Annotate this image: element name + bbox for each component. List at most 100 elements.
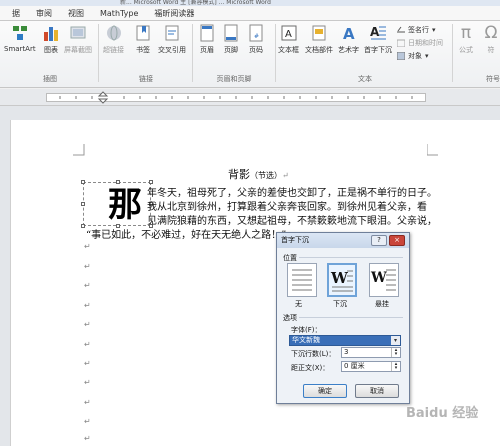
paragraph-mark: ↵ — [84, 262, 91, 271]
signature-line-label: 签名行 — [408, 26, 429, 34]
tab-review[interactable]: 审阅 — [28, 6, 60, 21]
textbox-button[interactable]: A 文本框 — [278, 23, 299, 55]
chart-icon — [44, 27, 58, 41]
spin-icon[interactable]: ▴ ▾ — [391, 362, 400, 371]
dropcap-dialog: 首字下沉 ? × 位置 W W 无 下沉 悬挂 选项 字体(F)： 华文新魏 ▾… — [276, 232, 410, 404]
hyperlink-button[interactable]: 超链接 — [103, 23, 124, 55]
divider — [299, 257, 403, 258]
bookmark-button[interactable]: 书签 — [134, 23, 152, 55]
svg-text:A: A — [343, 25, 355, 43]
footer-button[interactable]: 页脚 — [222, 23, 240, 55]
font-select[interactable]: 华文新魏 ▾ — [289, 335, 401, 346]
paragraph-mark: ↵ — [84, 320, 91, 329]
body-line: 见满院狼藉的东西，又想起祖母，不禁簌簌地流下眼泪。父亲说， — [147, 216, 437, 227]
option-none-label: 无 — [295, 300, 302, 308]
option-none[interactable] — [287, 263, 317, 297]
cross-reference-button[interactable]: 交叉引用 — [158, 23, 186, 55]
quick-parts-button[interactable]: 文档部件 — [305, 23, 333, 55]
dropcap-char: 那 — [108, 185, 142, 225]
ribbon-tabs: 据 审阅 视图 MathType 福昕阅读器 — [0, 6, 500, 21]
bookmark-label: 书签 — [136, 46, 150, 54]
tab-view[interactable]: 视图 — [60, 6, 92, 21]
tab-foxit[interactable]: 福昕阅读器 — [146, 6, 202, 21]
footer-label: 页脚 — [224, 46, 238, 54]
symbol-button[interactable]: Ω 符 — [482, 23, 500, 55]
date-time-button[interactable]: 日期和时间 — [397, 38, 443, 48]
cancel-button[interactable]: 取消 — [355, 384, 399, 398]
illustrations-group-label: 插图 — [43, 75, 57, 83]
smartart-label: SmartArt — [4, 45, 36, 53]
calendar-icon — [397, 39, 405, 47]
paragraph-mark: ↵ — [84, 417, 91, 426]
equation-button[interactable]: π 公式 — [457, 23, 475, 55]
tab-mathtype[interactable]: MathType — [92, 6, 146, 21]
chart-button[interactable]: 图表 — [42, 23, 60, 55]
divider — [299, 317, 403, 318]
dropcap-button[interactable]: A 首字下沉 — [364, 23, 392, 55]
svg-text:A: A — [285, 29, 292, 40]
body-line: 年冬天，祖母死了，父亲的差使也交卸了，正是祸不单行的日子。 — [147, 188, 437, 199]
dropcap-label: 首字下沉 — [364, 46, 392, 54]
paragraph-mark: ↵ — [84, 378, 91, 387]
header-icon — [200, 24, 214, 42]
links-group-label: 链接 — [139, 75, 153, 83]
distance-value: 0 厘米 — [344, 362, 365, 370]
body-line: “事已如此，不必难过，好在天无绝人之路！” — [86, 230, 287, 241]
quick-parts-label: 文档部件 — [305, 46, 333, 54]
ok-button[interactable]: 确定 — [303, 384, 347, 398]
dropcap-dropped-icon: W — [330, 269, 353, 292]
ruler-ticks — [59, 91, 413, 104]
distance-stepper[interactable]: 0 厘米 ▴ ▾ — [341, 361, 401, 372]
horizontal-ruler[interactable] — [0, 89, 500, 106]
date-time-label: 日期和时间 — [408, 39, 443, 47]
wordart-label: 艺术字 — [338, 46, 359, 54]
corner-mark — [73, 144, 85, 156]
watermark-text: Baidu 经验 — [406, 406, 479, 421]
signature-line-button[interactable]: 签名行 ▾ — [397, 25, 436, 35]
dropcap-frame[interactable]: 那 — [81, 180, 153, 228]
tab-references[interactable]: 据 — [4, 6, 28, 21]
cross-reference-icon — [165, 25, 179, 41]
font-label: 字体(F)： — [291, 326, 322, 334]
spin-icon[interactable]: ▴ ▾ — [391, 348, 400, 357]
omega-icon: Ω — [484, 23, 498, 43]
dropcap-icon: A — [370, 25, 386, 40]
signature-icon — [397, 26, 405, 33]
resize-handle[interactable] — [116, 180, 120, 184]
document-title: 背影（节选）↵ — [228, 166, 289, 182]
smartart-button[interactable]: SmartArt — [4, 23, 36, 53]
option-margin[interactable]: W — [369, 263, 399, 297]
paragraph-mark: ↵ — [84, 242, 91, 251]
paragraph-mark: ↵ — [84, 301, 91, 310]
paragraph-mark: ↵ — [84, 434, 91, 443]
help-button[interactable]: ? — [371, 235, 387, 246]
textbox-label: 文本框 — [278, 46, 299, 54]
option-dropped[interactable]: W — [327, 263, 357, 297]
screenshot-label: 屏幕截图 — [64, 46, 92, 54]
object-button[interactable]: 对象 ▾ — [397, 51, 429, 61]
chevron-down-icon: ▾ — [425, 52, 429, 60]
lines-stepper[interactable]: 3 ▴ ▾ — [341, 347, 401, 358]
equation-label: 公式 — [459, 46, 473, 54]
body-line: 我从北京到徐州，打算跟着父亲奔丧回家。到徐州见着父亲，看 — [147, 202, 427, 213]
screenshot-icon — [70, 26, 86, 39]
quick-parts-icon — [312, 25, 326, 41]
svg-text:#: # — [254, 33, 259, 40]
page-number-button[interactable]: # 页码 — [247, 23, 265, 55]
cross-reference-label: 交叉引用 — [158, 46, 186, 54]
position-label: 位置 — [283, 254, 297, 262]
close-button[interactable]: × — [389, 235, 405, 246]
symbols-group-label: 符号 — [486, 75, 500, 83]
resize-handle[interactable] — [81, 180, 85, 184]
wordart-icon: A — [343, 25, 355, 43]
resize-handle[interactable] — [81, 202, 85, 206]
resize-handle[interactable] — [81, 224, 85, 228]
dropcap-none-icon — [292, 269, 312, 291]
chevron-down-icon[interactable]: ▾ — [391, 336, 400, 345]
screenshot-button[interactable]: 屏幕截图 — [64, 23, 92, 55]
options-section-label: 选项 — [283, 314, 297, 322]
wordart-button[interactable]: A 艺术字 — [338, 23, 359, 55]
header-button[interactable]: 页眉 — [198, 23, 216, 55]
object-icon — [397, 52, 405, 60]
font-value: 华文新魏 — [292, 336, 320, 344]
